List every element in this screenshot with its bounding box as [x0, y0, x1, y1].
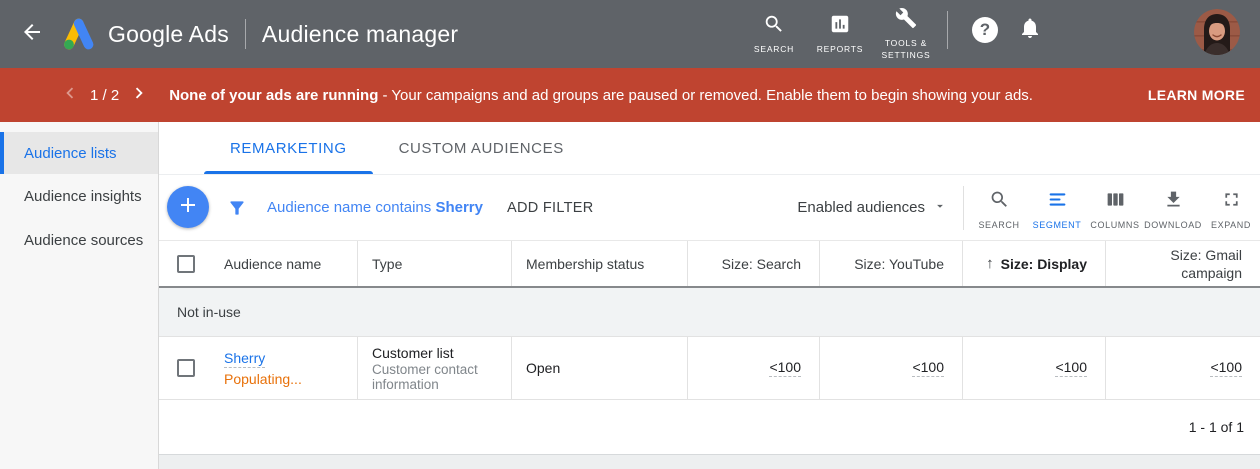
audience-status-dropdown[interactable]: Enabled audiences — [797, 199, 947, 217]
audience-type: Customer list — [372, 345, 454, 361]
tab-remarketing[interactable]: REMARKETING — [204, 122, 373, 174]
add-audience-button[interactable] — [167, 186, 209, 228]
bell-icon — [1018, 27, 1042, 44]
sidebar: Audience lists Audience insights Audienc… — [0, 122, 159, 469]
populating-status: Populating... — [224, 371, 302, 387]
select-all-checkbox[interactable] — [177, 255, 195, 273]
plus-icon — [176, 193, 200, 222]
size-display-value: <100 — [1055, 359, 1087, 377]
main-content: REMARKETING CUSTOM AUDIENCES Audience na — [159, 122, 1260, 469]
segment-icon — [1047, 189, 1068, 215]
membership-status-value: Open — [526, 360, 560, 376]
active-filter-chip[interactable]: Audience name contains Sherry — [267, 199, 483, 216]
title-divider — [245, 19, 246, 49]
expand-button[interactable]: EXPAND — [1202, 185, 1260, 230]
segment-button[interactable]: SEGMENT — [1028, 185, 1086, 230]
column-header-size-youtube[interactable]: Size: YouTube — [819, 241, 962, 286]
row-checkbox[interactable] — [177, 359, 195, 377]
audience-type-detail: Customer contact information — [372, 362, 511, 392]
search-icon — [763, 13, 785, 40]
notification-banner: 1 / 2 None of your ads are running - You… — [0, 68, 1260, 122]
pagination-label: 1 - 1 of 1 — [1189, 419, 1244, 435]
sidebar-item-audience-insights[interactable]: Audience insights — [0, 174, 158, 218]
learn-more-link[interactable]: LEARN MORE — [1148, 87, 1245, 103]
notifications-button[interactable] — [1018, 16, 1042, 45]
tab-bar: REMARKETING CUSTOM AUDIENCES — [159, 122, 1260, 175]
search-nav-button[interactable]: SEARCH — [743, 13, 805, 55]
notice-message: None of your ads are running - Your camp… — [169, 87, 1136, 104]
product-name: Google Ads — [108, 21, 229, 48]
avatar[interactable] — [1194, 9, 1240, 55]
notice-pager: 1 / 2 — [90, 87, 119, 104]
download-icon — [1163, 189, 1184, 215]
column-header-type[interactable]: Type — [357, 241, 511, 286]
help-button[interactable]: ? — [972, 17, 998, 43]
page-background — [159, 455, 1260, 469]
topbar-actions-divider — [947, 11, 948, 49]
columns-button[interactable]: COLUMNS — [1086, 185, 1144, 230]
table-header-row: Audience name Type Membership status Siz… — [159, 240, 1260, 288]
sort-ascending-icon: ↑ — [986, 255, 994, 272]
column-header-audience-name[interactable]: Audience name — [214, 241, 357, 286]
top-bar: Google Ads Audience manager SEARCH REPOR… — [0, 0, 1260, 68]
google-ads-logo-icon — [60, 16, 96, 52]
audience-name-link[interactable]: Sherry — [224, 350, 265, 368]
column-header-size-search[interactable]: Size: Search — [687, 241, 819, 286]
chevron-right-icon — [128, 82, 150, 109]
dropdown-arrow-icon — [933, 199, 947, 217]
filter-toolbar: Audience name contains Sherry ADD FILTER… — [159, 175, 1260, 240]
help-icon: ? — [980, 20, 990, 40]
google-ads-app: Google Ads Audience manager SEARCH REPOR… — [0, 0, 1260, 469]
size-search-value: <100 — [769, 359, 801, 377]
google-ads-logo[interactable]: Google Ads — [60, 16, 229, 52]
column-header-membership-status[interactable]: Membership status — [511, 241, 687, 286]
tools-settings-nav-button[interactable]: TOOLS & SETTINGS — [875, 7, 937, 60]
notice-message-title: None of your ads are running — [169, 87, 378, 104]
back-button[interactable] — [18, 20, 46, 48]
download-button[interactable]: DOWNLOAD — [1144, 185, 1202, 230]
wrench-icon — [895, 7, 917, 34]
previous-notice-button[interactable] — [58, 83, 82, 107]
tab-custom-audiences[interactable]: CUSTOM AUDIENCES — [373, 122, 590, 174]
columns-icon — [1105, 189, 1126, 215]
reports-icon — [829, 13, 851, 40]
expand-icon — [1221, 189, 1242, 215]
reports-nav-button[interactable]: REPORTS — [809, 13, 871, 55]
size-gmail-value: <100 — [1210, 359, 1242, 377]
filter-funnel-icon — [227, 198, 247, 218]
sidebar-item-audience-sources[interactable]: Audience sources — [0, 218, 158, 262]
next-notice-button[interactable] — [127, 83, 151, 107]
notice-message-body: - Your campaigns and ad groups are pause… — [378, 87, 1033, 104]
arrow-back-icon — [20, 20, 44, 49]
audience-table: Audience name Type Membership status Siz… — [159, 240, 1260, 455]
search-icon — [989, 189, 1010, 215]
group-row-not-in-use: Not in-use — [159, 288, 1260, 337]
page-body: Audience lists Audience insights Audienc… — [0, 122, 1260, 469]
page-title: Audience manager — [262, 21, 458, 48]
add-filter-button[interactable]: ADD FILTER — [507, 200, 594, 216]
sidebar-item-audience-lists[interactable]: Audience lists — [0, 132, 158, 174]
column-header-size-gmail[interactable]: Size: Gmail campaign — [1105, 241, 1260, 286]
table-row: Sherry Populating... Customer list Custo… — [159, 337, 1260, 400]
top-bar-actions: SEARCH REPORTS TOOLS & SETTINGS ? — [741, 7, 1240, 60]
chevron-left-icon — [59, 82, 81, 109]
table-search-button[interactable]: SEARCH — [970, 185, 1028, 230]
size-youtube-value: <100 — [912, 359, 944, 377]
toolbar-divider — [963, 186, 964, 230]
table-footer: 1 - 1 of 1 — [159, 400, 1260, 455]
column-header-size-display[interactable]: ↑ Size: Display — [962, 241, 1105, 286]
toolbar-right: Enabled audiences SEARCH — [797, 175, 1260, 240]
